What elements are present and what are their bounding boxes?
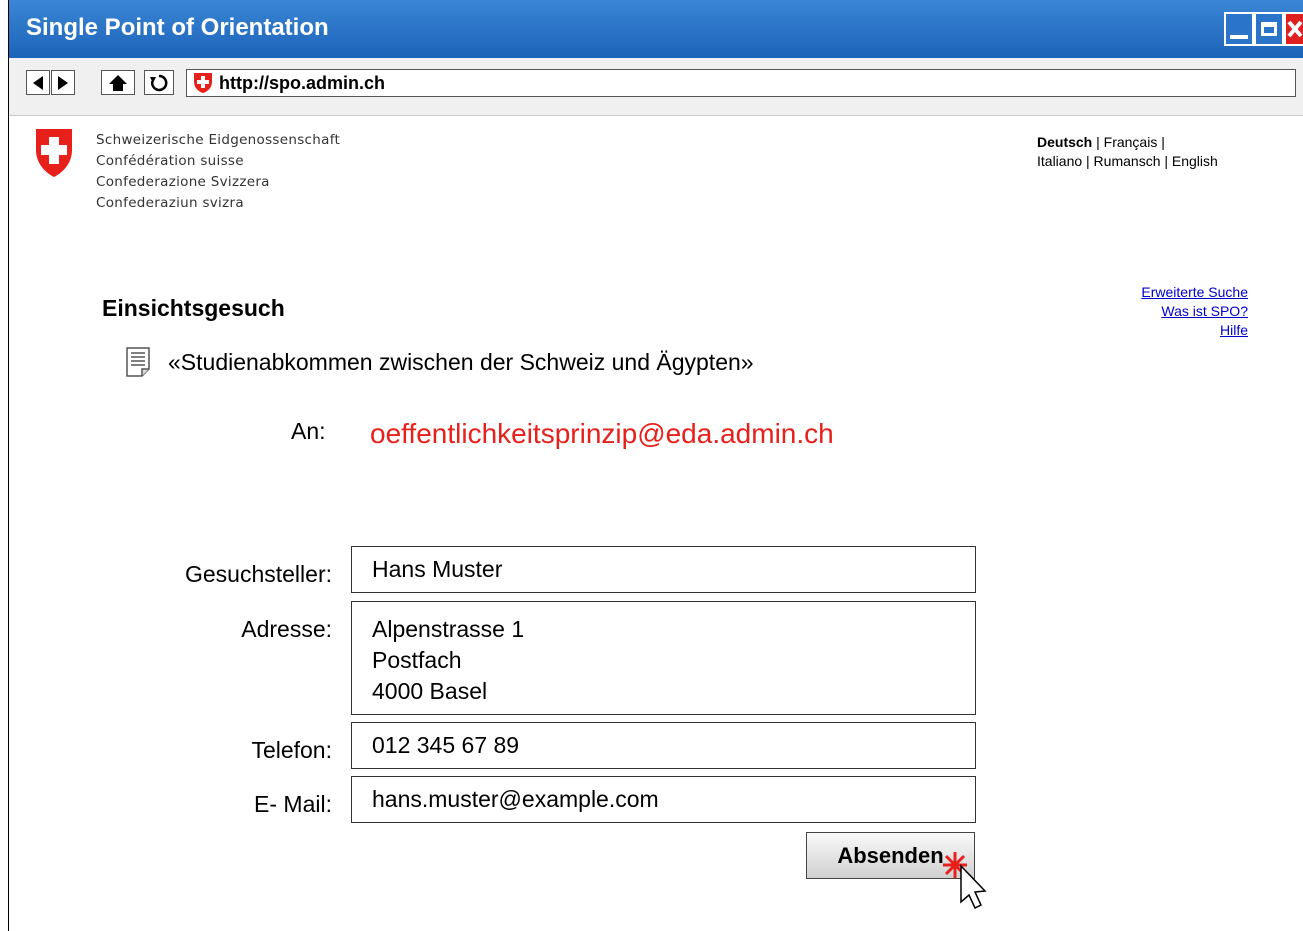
phone-field[interactable]: 012 345 67 89 — [351, 722, 976, 769]
maximize-icon — [1261, 22, 1277, 36]
advanced-search-link[interactable]: Erweiterte Suche — [1141, 283, 1248, 302]
document-row: «Studienabkommen zwischen der Schweiz un… — [126, 347, 754, 377]
applicant-label: Gesuchsteller: — [184, 561, 332, 587]
email-field[interactable]: hans.muster@example.com — [351, 776, 976, 823]
address-line-city: 4000 Basel — [372, 678, 488, 704]
confederation-line-fr: Confédération suisse — [96, 153, 244, 169]
document-icon — [126, 347, 150, 377]
home-button[interactable] — [101, 70, 135, 95]
back-arrow-icon — [33, 75, 43, 90]
swiss-coat-of-arms — [35, 128, 73, 183]
what-is-spo-link[interactable]: Was ist SPO? — [1141, 302, 1248, 321]
swiss-coat-of-arms-icon — [36, 129, 72, 177]
window-controls — [1224, 12, 1303, 46]
close-button[interactable] — [1284, 12, 1303, 46]
page-title: Einsichtsgesuch — [102, 295, 285, 321]
window-title: Single Point of Orientation — [26, 14, 329, 41]
address-line-postbox: Postfach — [372, 647, 462, 673]
title-bar: Single Point of Orientation — [9, 0, 1303, 58]
email-label: E- Mail: — [254, 791, 332, 817]
minimize-button[interactable] — [1224, 12, 1254, 46]
language-options-line2[interactable]: Italiano | Rumansch | English — [1037, 152, 1277, 171]
confederation-line-rm: Confederaziun svizra — [96, 195, 244, 211]
minimize-icon — [1230, 35, 1248, 39]
back-button[interactable] — [26, 70, 50, 95]
reload-icon — [150, 74, 168, 91]
home-icon — [109, 74, 127, 91]
language-selector: Deutsch | Français | Italiano | Rumansch… — [1037, 133, 1277, 171]
side-links: Erweiterte Suche Was ist SPO? Hilfe — [1141, 283, 1248, 340]
document-title: «Studienabkommen zwischen der Schweiz un… — [168, 348, 754, 375]
confederation-line-de: Schweizerische Eidgenossenschaft — [96, 132, 341, 148]
recipient-label: An: — [291, 418, 326, 444]
forward-arrow-icon — [58, 75, 68, 90]
phone-label: Telefon: — [251, 737, 332, 763]
maximize-button[interactable] — [1254, 12, 1284, 46]
confederation-names: Schweizerische Eidgenossenschaft Confédé… — [96, 130, 340, 214]
confederation-line-it: Confederazione Svizzera — [96, 174, 270, 190]
close-icon — [1287, 20, 1303, 38]
address-field[interactable]: Alpenstrasse 1 Postfach 4000 Basel — [351, 601, 976, 715]
recipient-email: oeffentlichkeitsprinzip@eda.admin.ch — [370, 418, 834, 449]
swiss-shield-icon — [194, 73, 212, 93]
browser-window: Single Point of Orientation http://spo.a… — [8, 0, 1303, 931]
help-link[interactable]: Hilfe — [1141, 321, 1248, 340]
address-line-street: Alpenstrasse 1 — [372, 616, 525, 642]
language-options-line1[interactable]: | Français | — [1092, 134, 1165, 150]
url-text: http://spo.admin.ch — [219, 72, 385, 93]
browser-toolbar: http://spo.admin.ch — [9, 58, 1303, 116]
mouse-cursor-icon — [943, 852, 987, 910]
forward-button[interactable] — [51, 70, 75, 95]
reload-button[interactable] — [144, 70, 174, 95]
language-active[interactable]: Deutsch — [1037, 134, 1092, 150]
applicant-field[interactable]: Hans Muster — [351, 546, 976, 593]
address-bar[interactable]: http://spo.admin.ch — [186, 69, 1296, 97]
address-label: Adresse: — [241, 616, 332, 642]
